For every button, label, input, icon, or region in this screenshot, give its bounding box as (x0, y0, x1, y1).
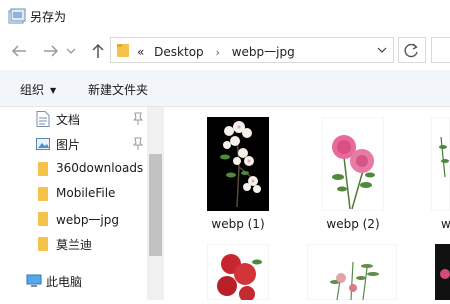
window-title: 另存为 (30, 10, 67, 24)
file-name: webp (2) (326, 217, 380, 231)
computer-icon (26, 274, 42, 287)
save-dialog-icon (8, 8, 26, 24)
sidebar-item-label: MobileFile (56, 186, 116, 200)
chevron-down-icon[interactable] (377, 45, 387, 55)
image-thumbnail (435, 244, 450, 300)
sidebar-item-label: webp一jpg (56, 213, 120, 227)
pin-icon (132, 112, 144, 125)
sidebar-item-webp-jpg[interactable]: webp一jpg (0, 207, 150, 231)
scrollbar-thumb[interactable] (149, 154, 162, 256)
sidebar-item-label: 文档 (56, 113, 81, 127)
title-bar: 另存为 (0, 0, 450, 32)
sidebar-item-pictures[interactable]: 图片 (0, 132, 150, 156)
search-input[interactable] (431, 37, 450, 63)
back-button[interactable] (8, 40, 30, 62)
navigation-pane: 文档 图片 360downloads MobileFile webp一jpg 莫… (0, 107, 165, 300)
image-thumbnail (430, 116, 450, 212)
organize-menu-button[interactable]: 组织 ▼ (20, 81, 56, 98)
sidebar-item-morandi[interactable]: 莫兰迪 (0, 232, 150, 256)
up-button[interactable] (87, 40, 109, 62)
caret-down-icon: ▼ (50, 86, 57, 95)
folder-icon (38, 212, 48, 226)
arrow-left-icon (11, 45, 26, 57)
arrow-up-icon (92, 43, 104, 58)
sidebar-item-label: 此电脑 (46, 275, 83, 289)
sidebar-item-mobilefile[interactable]: MobileFile (0, 182, 150, 206)
command-bar: 组织 ▼ 新建文件夹 (0, 70, 450, 107)
organize-label: 组织 (20, 83, 45, 97)
folder-icon (38, 187, 48, 201)
new-folder-button[interactable]: 新建文件夹 (88, 81, 148, 98)
recent-locations-button[interactable] (64, 40, 78, 62)
file-item[interactable] (435, 244, 450, 304)
file-item[interactable]: w (430, 116, 450, 231)
image-thumbnail (306, 243, 398, 301)
file-list: webp (1) webp (2) w (165, 107, 450, 302)
sidebar-scrollbar[interactable] (147, 107, 164, 300)
breadcrumb-separator[interactable]: › (216, 46, 220, 59)
file-item[interactable] (306, 243, 398, 304)
sidebar-item-this-pc[interactable]: 此电脑 (0, 269, 150, 293)
breadcrumb: « Desktop › webp一jpg (137, 43, 295, 60)
sidebar-item-label: 图片 (56, 138, 81, 152)
address-bar[interactable]: « Desktop › webp一jpg (110, 37, 394, 63)
file-name: w (441, 217, 450, 231)
pin-icon (132, 137, 144, 150)
file-item[interactable]: webp (1) (207, 117, 269, 231)
image-thumbnail (321, 116, 385, 212)
file-name: webp (1) (211, 217, 265, 231)
sidebar-item-360downloads[interactable]: 360downloads (0, 157, 150, 181)
breadcrumb-item-current[interactable]: webp一jpg (232, 45, 295, 59)
folder-icon (38, 162, 48, 176)
breadcrumb-item-desktop[interactable]: Desktop (154, 45, 204, 59)
arrow-right-icon (44, 45, 59, 57)
breadcrumb-overflow[interactable]: « (137, 45, 144, 59)
refresh-button[interactable] (398, 37, 426, 63)
sidebar-item-label: 360downloads (56, 161, 144, 175)
refresh-icon (404, 43, 418, 58)
file-item[interactable]: webp (2) (321, 116, 385, 231)
document-icon (36, 111, 50, 127)
file-item[interactable] (206, 243, 270, 304)
image-thumbnail (206, 243, 270, 302)
chevron-down-icon (66, 48, 76, 54)
folder-icon (117, 44, 129, 57)
folder-icon (38, 237, 48, 251)
sidebar-item-documents[interactable]: 文档 (0, 107, 150, 131)
image-thumbnail (207, 117, 269, 211)
forward-button[interactable] (40, 40, 62, 62)
pictures-icon (36, 138, 50, 150)
sidebar-item-label: 莫兰迪 (56, 238, 93, 252)
